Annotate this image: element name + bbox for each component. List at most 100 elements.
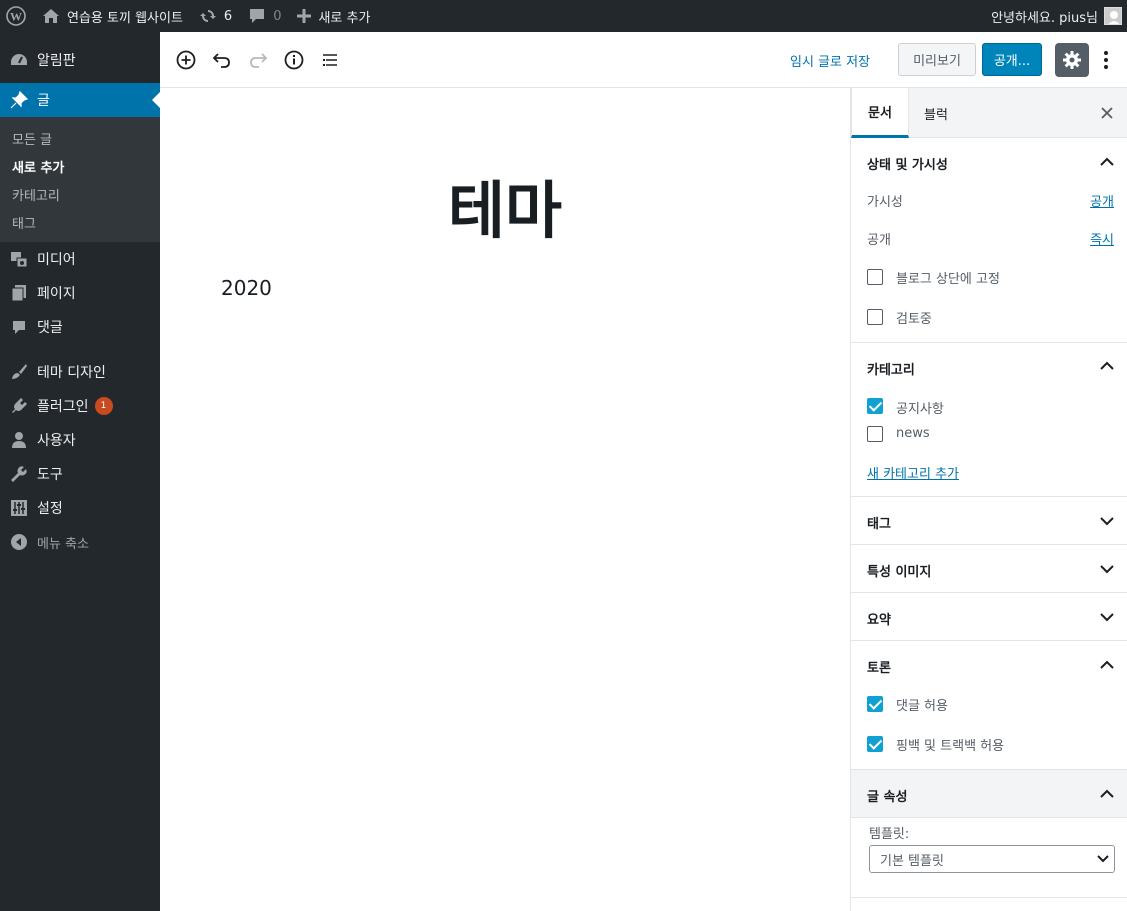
- paintbrush-icon: [9, 362, 29, 382]
- submenu-categories[interactable]: 카테고리: [0, 180, 160, 208]
- pending-review-label: 검토중: [896, 312, 932, 327]
- sticky-checkbox[interactable]: [867, 269, 883, 285]
- menu-media-label: 미디어: [37, 252, 76, 268]
- panel-featured-heading[interactable]: 특성 이미지: [867, 561, 931, 580]
- preview-button[interactable]: 미리보기: [898, 43, 976, 76]
- avatar: [1104, 7, 1122, 25]
- submenu-all-posts[interactable]: 모든 글: [0, 124, 160, 152]
- comments-link[interactable]: 0: [240, 0, 289, 32]
- redo-button[interactable]: [246, 48, 270, 72]
- site-name: 연습용 토끼 웹사이트: [67, 10, 183, 26]
- editor-canvas: 테마 2020: [160, 88, 850, 911]
- allow-comments-checkbox[interactable]: [867, 696, 883, 712]
- chevron-down-icon[interactable]: [1099, 513, 1115, 529]
- tab-document[interactable]: 문서: [851, 88, 909, 138]
- info-icon: [284, 50, 304, 70]
- add-new-category-link[interactable]: 새 카테고리 추가: [867, 463, 959, 482]
- plugins-update-badge: 1: [94, 397, 113, 415]
- menu-appearance[interactable]: 테마 디자인: [0, 355, 160, 389]
- visibility-toggle[interactable]: 공개: [1090, 191, 1114, 210]
- admin-bar: W 연습용 토끼 웹사이트 6 0 새로 추가 안녕하세요. pius님: [0, 0, 1127, 32]
- panel-status-heading[interactable]: 상태 및 가시성: [867, 154, 948, 173]
- vertical-ellipsis-icon: [1104, 51, 1108, 69]
- collapse-arrow-icon: [9, 532, 29, 552]
- new-content-link[interactable]: 새로 추가: [289, 0, 378, 32]
- category-label: 공지사항: [896, 402, 944, 417]
- menu-pages[interactable]: 페이지: [0, 276, 160, 310]
- menu-collapse-label: 메뉴 축소: [37, 536, 89, 552]
- publish-date-toggle[interactable]: 즉시: [1090, 229, 1114, 248]
- menu-posts[interactable]: 글: [0, 83, 160, 117]
- close-sidebar-button[interactable]: [1097, 103, 1117, 123]
- menu-media[interactable]: 미디어: [0, 242, 160, 276]
- tab-block[interactable]: 블럭: [908, 88, 964, 138]
- save-draft-button[interactable]: 임시 글로 저장: [790, 51, 870, 70]
- panel-tags-heading[interactable]: 태그: [867, 513, 891, 532]
- panel-tags[interactable]: 태그: [851, 497, 1127, 545]
- menu-tools[interactable]: 도구: [0, 457, 160, 491]
- chevron-up-icon[interactable]: [1099, 657, 1115, 673]
- template-select[interactable]: 기본 템플릿: [869, 845, 1115, 873]
- menu-users[interactable]: 사용자: [0, 423, 160, 457]
- menu-pages-label: 페이지: [37, 286, 76, 302]
- menu-users-label: 사용자: [37, 433, 76, 449]
- chevron-down-icon[interactable]: [1099, 561, 1115, 577]
- block-navigation-button[interactable]: [318, 48, 342, 72]
- add-block-button[interactable]: [174, 48, 198, 72]
- undo-button[interactable]: [210, 48, 234, 72]
- updates-icon: [199, 7, 217, 25]
- comments-icon: [9, 317, 29, 337]
- publish-button[interactable]: 공개...: [982, 43, 1042, 76]
- menu-plugins-label: 플러그인: [37, 399, 89, 415]
- wordpress-icon: W: [6, 6, 26, 26]
- menu-dashboard[interactable]: 알림판: [0, 43, 160, 77]
- panel-discussion-heading[interactable]: 토론: [867, 657, 891, 676]
- panel-attributes-heading[interactable]: 글 속성: [867, 786, 907, 805]
- comments-count: 0: [273, 8, 282, 24]
- submenu-tags[interactable]: 태그: [0, 208, 160, 236]
- chevron-up-icon[interactable]: [1099, 786, 1115, 802]
- sticky-label: 블로그 상단에 고정: [896, 272, 1000, 287]
- post-title[interactable]: 테마: [160, 160, 850, 250]
- menu-comments[interactable]: 댓글: [0, 310, 160, 344]
- site-name-link[interactable]: 연습용 토끼 웹사이트: [34, 0, 191, 32]
- content-info-button[interactable]: [282, 48, 306, 72]
- panel-featured-image[interactable]: 특성 이미지: [851, 545, 1127, 593]
- category-checkbox[interactable]: [867, 398, 883, 414]
- panel-categories-heading[interactable]: 카테고리: [867, 359, 915, 378]
- wp-logo[interactable]: W: [0, 0, 34, 32]
- chevron-down-icon: [1097, 855, 1109, 863]
- panel-status-visibility: 상태 및 가시성 가시성 공개 공개 즉시 블로그 상단에 고정 검토중: [851, 138, 1127, 343]
- new-content-label: 새로 추가: [318, 10, 371, 26]
- chevron-up-icon[interactable]: [1099, 154, 1115, 170]
- panel-post-attributes-header[interactable]: 글 속성: [851, 770, 1127, 818]
- undo-icon: [212, 53, 230, 68]
- menu-settings[interactable]: 설정: [0, 491, 160, 525]
- template-label: 템플릿:: [869, 827, 910, 842]
- updates-count: 6: [223, 8, 233, 24]
- pending-review-checkbox[interactable]: [867, 309, 883, 325]
- menu-plugins[interactable]: 플러그인 1: [0, 389, 160, 423]
- editor-toolbar: 임시 글로 저장 미리보기 공개...: [160, 32, 1127, 88]
- allow-pings-checkbox[interactable]: [867, 736, 883, 752]
- plus-circle-icon: [176, 50, 196, 70]
- chevron-up-icon[interactable]: [1099, 358, 1115, 374]
- panel-categories: 카테고리 공지사항 news 새 카테고리 추가: [851, 343, 1127, 497]
- panel-excerpt[interactable]: 요약: [851, 593, 1127, 641]
- settings-button[interactable]: [1055, 43, 1089, 77]
- updates-link[interactable]: 6: [191, 0, 240, 32]
- gear-icon: [1063, 51, 1081, 69]
- chevron-down-icon[interactable]: [1099, 609, 1115, 625]
- more-tools-button[interactable]: [1098, 48, 1114, 72]
- paragraph-block[interactable]: 2020: [221, 276, 272, 300]
- menu-collapse[interactable]: 메뉴 축소: [0, 525, 160, 559]
- menu-dashboard-label: 알림판: [37, 53, 76, 69]
- menu-settings-label: 설정: [37, 501, 63, 517]
- panel-excerpt-heading[interactable]: 요약: [867, 609, 891, 628]
- settings-sliders-icon: [9, 498, 29, 518]
- my-account[interactable]: 안녕하세요. pius님: [991, 7, 1127, 26]
- category-checkbox[interactable]: [867, 426, 883, 442]
- submenu-add-new[interactable]: 새로 추가: [0, 152, 160, 180]
- sidebar-tabs: 문서 블럭: [851, 88, 1127, 138]
- settings-sidebar: 문서 블럭 상태 및 가시성 가시성 공개 공개 즉시 블로그 상단에 고정 검…: [850, 88, 1127, 911]
